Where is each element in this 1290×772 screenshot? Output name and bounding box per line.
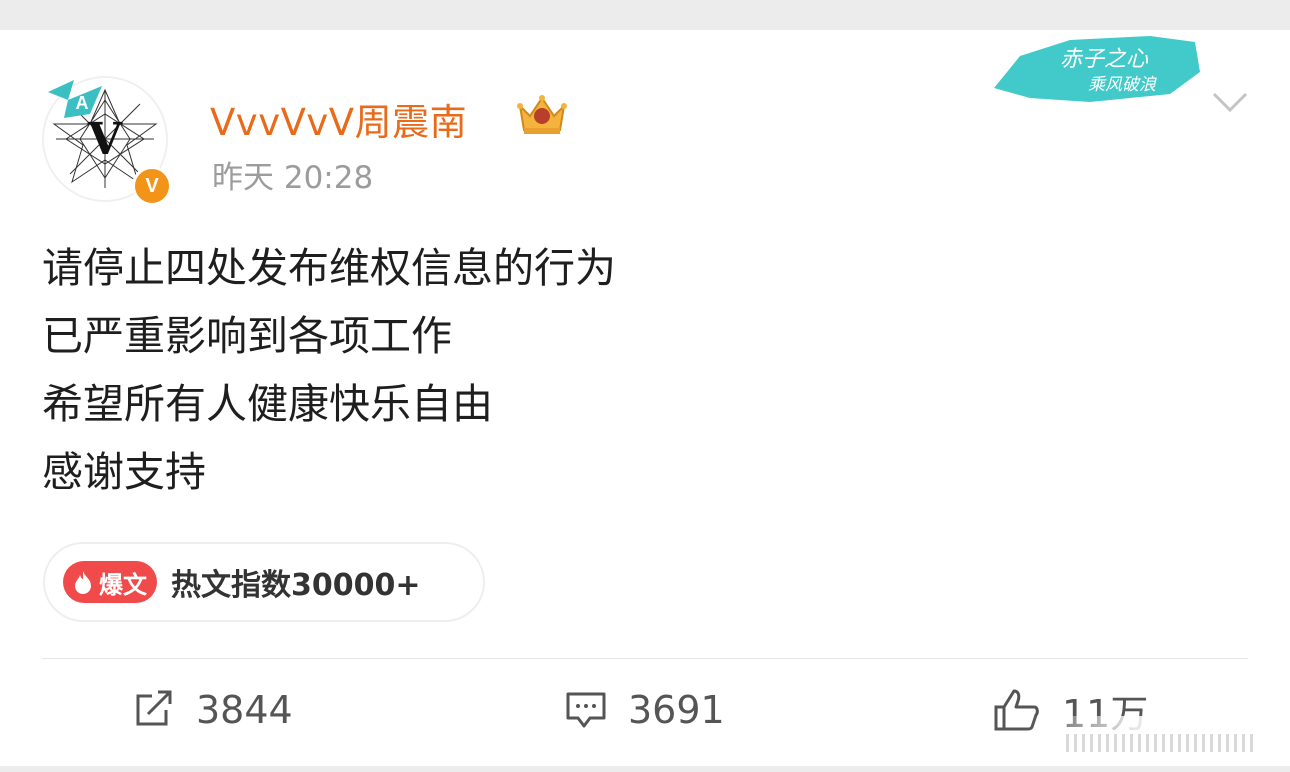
hot-index-pill[interactable]: 爆文 热文指数30000+: [43, 542, 485, 622]
svg-text:赤子之心: 赤子之心: [1060, 47, 1149, 72]
username[interactable]: VvvVvV周震南: [210, 92, 467, 146]
post-timestamp: 昨天 20:28: [212, 160, 374, 196]
svg-text:乘风破浪: 乘风破浪: [1088, 75, 1157, 95]
repost-icon: [136, 690, 172, 726]
topic-banner[interactable]: 赤子之心 乘风破浪: [990, 32, 1205, 104]
comment-button[interactable]: 3691: [564, 680, 725, 740]
verified-badge: V: [132, 166, 172, 206]
repost-button[interactable]: 3844: [132, 680, 293, 740]
bottom-strip: [0, 766, 1290, 772]
crown-icon[interactable]: [514, 92, 570, 138]
hot-tag-label: 爆文: [99, 570, 147, 599]
repost-count: 3844: [196, 688, 293, 732]
post-content: 请停止四处发布维权信息的行为 已严重影响到各项工作 希望所有人健康快乐自由 感谢…: [42, 234, 1242, 506]
avatar-deco-icon: A: [48, 80, 102, 118]
weibo-post-card: V V A VvvVvV周震南 昨天 20:28 赤子之心 乘风破浪 请停止四处…: [0, 30, 1290, 766]
post-line: 希望所有人健康快乐自由: [42, 380, 493, 428]
post-line: 已严重影响到各项工作: [42, 312, 452, 360]
comment-count: 3691: [628, 688, 725, 732]
watermark-logo: [1066, 734, 1253, 752]
divider: [42, 658, 1248, 659]
post-line: 感谢支持: [42, 448, 206, 496]
svg-text:A: A: [76, 93, 89, 113]
chevron-down-icon[interactable]: [1210, 90, 1250, 114]
post-line: 请停止四处发布维权信息的行为: [42, 244, 616, 292]
hot-tag: 爆文: [63, 561, 157, 603]
hot-fire-icon: [75, 571, 91, 594]
hot-index-text: 热文指数30000+: [171, 568, 421, 603]
comment-icon: [566, 692, 606, 728]
avatar[interactable]: V V A: [42, 76, 172, 206]
